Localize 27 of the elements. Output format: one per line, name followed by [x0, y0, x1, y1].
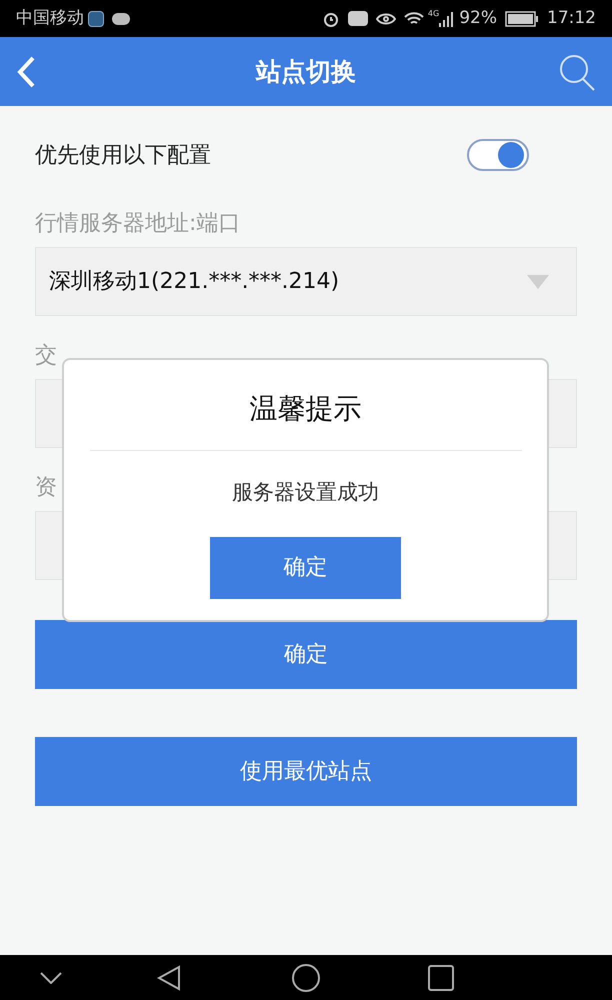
- field-label: 资: [35, 474, 57, 502]
- dialog-message: 服务器设置成功: [232, 479, 379, 506]
- dialog-title: 温馨提示: [250, 391, 362, 427]
- network-type: 4G: [428, 8, 440, 20]
- battery-percent: 92%: [459, 6, 497, 30]
- page-title: 站点切换: [256, 56, 356, 88]
- back-triangle-icon[interactable]: [157, 964, 181, 990]
- chevron-down-icon[interactable]: [40, 972, 62, 984]
- confirm-button[interactable]: 确定: [210, 536, 401, 598]
- eye-icon: [376, 12, 396, 26]
- carrier-name: 中国移动: [16, 6, 84, 30]
- search-icon[interactable]: [558, 52, 596, 90]
- wifi-icon: [404, 10, 424, 26]
- signal-icon: [439, 10, 456, 26]
- action-button[interactable]: 确定: [35, 620, 577, 689]
- clock-time: 17:12: [547, 6, 596, 30]
- field-label: 交: [35, 342, 57, 370]
- setting-label: 优先使用以下配置: [35, 142, 211, 170]
- battery-icon: [505, 10, 539, 26]
- action-button[interactable]: 使用最优站点: [35, 737, 577, 806]
- home-circle-icon[interactable]: [291, 962, 321, 992]
- back-icon[interactable]: [16, 56, 36, 88]
- dropdown-field[interactable]: 深圳移动1(221.***.***.214): [35, 247, 577, 316]
- recent-apps-icon[interactable]: [428, 964, 454, 990]
- dropdown-arrow-icon: [526, 274, 550, 290]
- toggle-switch[interactable]: [467, 139, 529, 171]
- field-label: 行情服务器地址:端口: [35, 210, 240, 238]
